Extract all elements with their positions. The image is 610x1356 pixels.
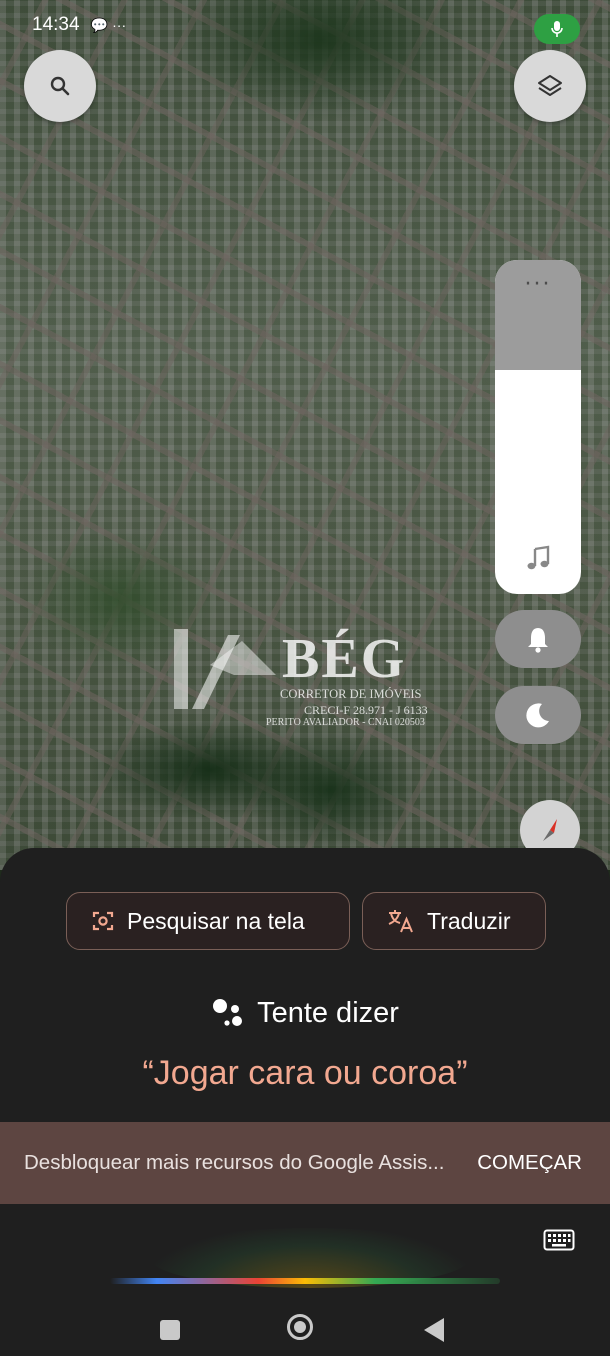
- keyboard-button[interactable]: [543, 1228, 575, 1256]
- watermark-line-3: PERITO AVALIADOR - CNAI 020503: [266, 717, 425, 728]
- banner-start-button[interactable]: COMEÇAR: [477, 1151, 582, 1175]
- try-saying-heading: Tente dizer: [0, 996, 610, 1030]
- translate-icon: [387, 908, 415, 934]
- layers-icon: [538, 75, 562, 96]
- try-saying-label: Tente dizer: [257, 996, 399, 1029]
- volume-more-button[interactable]: ···: [495, 272, 581, 297]
- system-navigation-bar: [0, 1314, 610, 1356]
- map-search-button[interactable]: [24, 50, 96, 122]
- mic-active-indicator: [534, 14, 580, 44]
- home-button[interactable]: [287, 1314, 313, 1340]
- back-button[interactable]: [424, 1318, 444, 1342]
- beg-logo-icon: [174, 629, 276, 709]
- upgrade-banner: Desbloquear mais recursos do Google Assi…: [0, 1122, 610, 1204]
- watermark-line-2: CRECI-F 28.971 - J 6133: [304, 703, 428, 717]
- do-not-disturb-button[interactable]: [495, 686, 581, 744]
- mic-icon: [551, 21, 563, 37]
- watermark-brand: BÉG: [282, 628, 407, 690]
- translate-label: Traduzir: [427, 907, 511, 934]
- assistant-dots-icon: [213, 999, 243, 1026]
- compass-icon: [543, 819, 557, 841]
- status-time: 14:34: [32, 14, 80, 35]
- music-note-icon: [495, 544, 581, 572]
- banner-text: Desbloquear mais recursos do Google Assi…: [24, 1151, 445, 1174]
- assistant-sheet: Pesquisar na tela Traduzir Tente dizer “…: [0, 848, 610, 1356]
- listening-bar: [110, 1278, 500, 1284]
- lens-icon: [91, 909, 115, 933]
- keyboard-icon: [543, 1229, 575, 1251]
- watermark-line-1: CORRETOR DE IMÓVEIS: [280, 687, 422, 701]
- status-bar: 14:34 💬 ···: [32, 14, 126, 36]
- recents-button[interactable]: [160, 1320, 180, 1340]
- translate-chip[interactable]: Traduzir: [362, 892, 546, 950]
- search-screen-chip[interactable]: Pesquisar na tela: [66, 892, 350, 950]
- status-notification-icons: 💬 ···: [90, 17, 127, 33]
- map-layers-button[interactable]: [514, 50, 586, 122]
- bell-icon: [528, 628, 548, 653]
- search-screen-label: Pesquisar na tela: [127, 907, 305, 934]
- ringer-mode-button[interactable]: [495, 610, 581, 668]
- moon-icon: [526, 703, 549, 728]
- suggestion-text[interactable]: “Jogar cara ou coroa”: [0, 1054, 610, 1093]
- volume-slider[interactable]: ···: [495, 260, 581, 594]
- search-icon: [50, 76, 70, 96]
